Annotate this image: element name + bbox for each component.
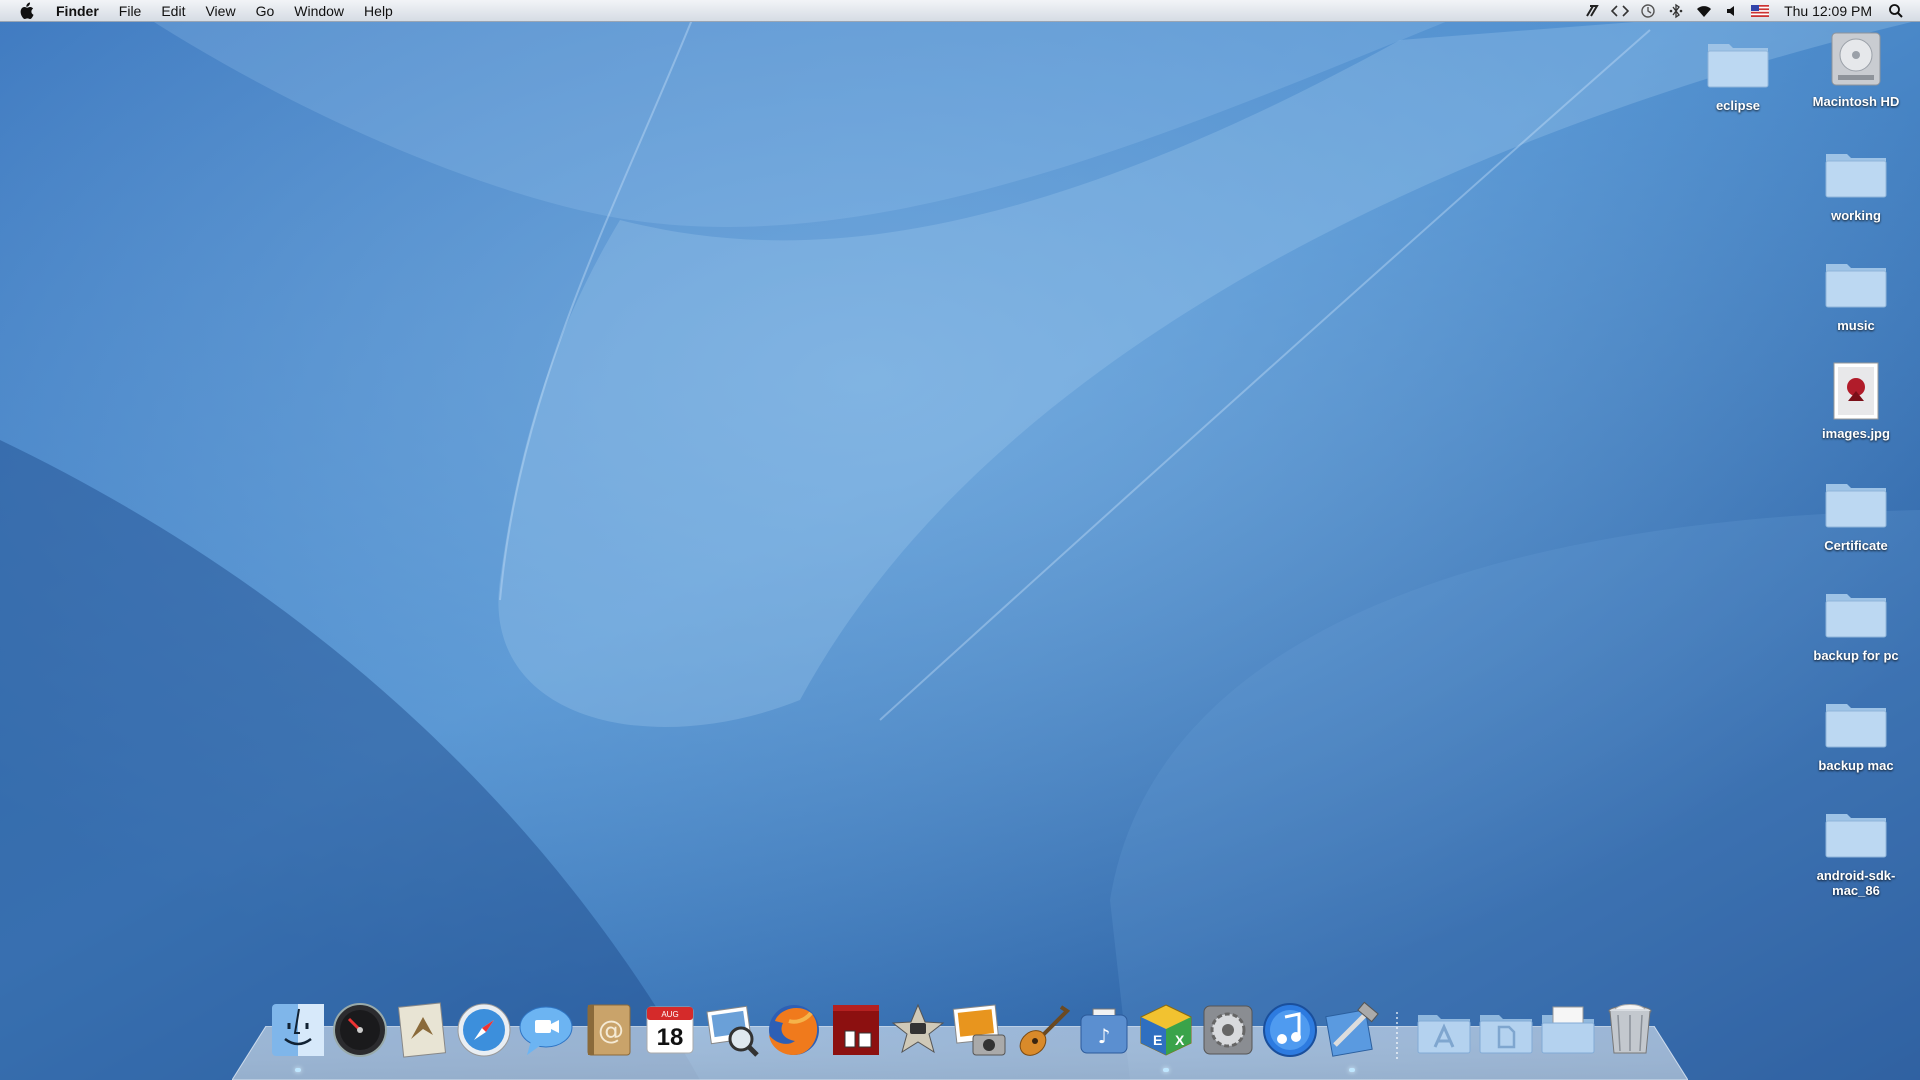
menu-window[interactable]: Window [284, 0, 354, 22]
itunes-icon[interactable] [1260, 1000, 1320, 1060]
itunes-helper-icon[interactable]: ♪ [1074, 1000, 1134, 1060]
system-preferences-icon[interactable] [1198, 1000, 1258, 1060]
desktop-icon-images-jpg[interactable]: images.jpg [1796, 360, 1916, 441]
menu-go[interactable]: Go [246, 0, 285, 22]
xcode-icon[interactable] [1322, 1000, 1382, 1060]
safari-icon[interactable] [454, 1000, 514, 1060]
front-row-icon[interactable] [826, 1000, 886, 1060]
folder-icon [1822, 802, 1890, 864]
folder-icon [1822, 692, 1890, 754]
desktop-icon-certificate[interactable]: Certificate [1796, 472, 1916, 553]
desktop-icon-backup-for-pc[interactable]: backup for pc [1796, 582, 1916, 663]
time-machine-icon[interactable] [1637, 0, 1659, 22]
svg-text:♪: ♪ [1098, 1024, 1111, 1048]
desktop-icon-label: eclipse [1715, 98, 1761, 113]
desktop-icon-android-sdk[interactable]: android-sdk-mac_86 [1796, 802, 1916, 898]
svg-text:E: E [1153, 1032, 1162, 1048]
desktop-icon-eclipse[interactable]: eclipse [1678, 32, 1798, 113]
desktop-icon-working[interactable]: working [1796, 142, 1916, 223]
menu-file[interactable]: File [109, 0, 152, 22]
desktop-icon-label: android-sdk-mac_86 [1816, 868, 1896, 898]
svg-text:X: X [1175, 1032, 1185, 1048]
folder-icon [1822, 142, 1890, 204]
desktop-wallpaper [0, 0, 1920, 1080]
us-flag-icon[interactable] [1749, 0, 1771, 22]
desktop-icon-music[interactable]: music [1796, 252, 1916, 333]
folder-icon [1822, 472, 1890, 534]
bluetooth-dots-icon[interactable] [1665, 0, 1687, 22]
menu-extras: Thu 12:09 PM [1578, 0, 1920, 22]
wifi-icon[interactable] [1693, 0, 1715, 22]
ical-icon[interactable]: AUG 18 [640, 1000, 700, 1060]
desktop-icon-label: Certificate [1824, 538, 1888, 553]
image-file-icon [1822, 360, 1890, 422]
menu-view[interactable]: View [195, 0, 245, 22]
menu-edit[interactable]: Edit [151, 0, 195, 22]
desktop-icon-label: Macintosh HD [1812, 94, 1900, 109]
desktop-icon-label: images.jpg [1822, 426, 1890, 441]
address-book-icon[interactable]: @ [578, 1000, 638, 1060]
hard-drive-icon [1822, 28, 1890, 90]
folder-icon [1704, 32, 1772, 94]
imovie-icon[interactable] [888, 1000, 948, 1060]
apple-logo-icon[interactable] [16, 1, 36, 21]
svg-text:@: @ [598, 1016, 624, 1046]
menu-finder[interactable]: Finder [46, 0, 109, 22]
desktop-icon-label: backup mac [1818, 758, 1894, 773]
finder-icon[interactable] [268, 1000, 328, 1060]
running-indicator [1349, 1068, 1355, 1072]
script-icon[interactable] [1581, 0, 1603, 22]
folder-icon [1822, 252, 1890, 314]
code-brackets-icon[interactable] [1609, 0, 1631, 22]
menu-bar: Finder File Edit View Go Window Help Thu… [0, 0, 1920, 22]
mail-icon[interactable] [392, 1000, 452, 1060]
dashboard-icon[interactable] [330, 1000, 390, 1060]
dock-separator [1396, 1012, 1398, 1062]
desktop-icon-label: backup for pc [1813, 648, 1899, 663]
dock: @ AUG 18 ♪ EX [266, 1000, 1666, 1072]
running-indicator [1163, 1068, 1169, 1072]
ical-day: 18 [657, 1024, 684, 1051]
applications-folder-icon[interactable] [1414, 1000, 1474, 1060]
iphoto-icon[interactable] [950, 1000, 1010, 1060]
menu-help[interactable]: Help [354, 0, 403, 22]
desktop-icon-label: working [1831, 208, 1881, 223]
documents-folder-icon[interactable] [1476, 1000, 1536, 1060]
trash-icon[interactable] [1600, 1000, 1660, 1060]
downloads-stack-icon[interactable] [1538, 1000, 1598, 1060]
ichat-icon[interactable] [516, 1000, 576, 1060]
firefox-icon[interactable] [764, 1000, 824, 1060]
ical-month: AUG [661, 1010, 678, 1019]
folder-icon [1822, 582, 1890, 644]
running-indicator [295, 1068, 301, 1072]
garageband-icon[interactable] [1012, 1000, 1072, 1060]
volume-icon[interactable] [1721, 0, 1743, 22]
tex-icon[interactable]: EX [1136, 1000, 1196, 1060]
desktop-icon-backup-mac[interactable]: backup mac [1796, 692, 1916, 773]
desktop-icon-macintosh-hd[interactable]: Macintosh HD [1796, 28, 1916, 109]
preview-icon[interactable] [702, 1000, 762, 1060]
spotlight-search-icon[interactable] [1885, 0, 1907, 22]
desktop-icon-label: music [1837, 318, 1875, 333]
menubar-clock[interactable]: Thu 12:09 PM [1774, 3, 1882, 19]
